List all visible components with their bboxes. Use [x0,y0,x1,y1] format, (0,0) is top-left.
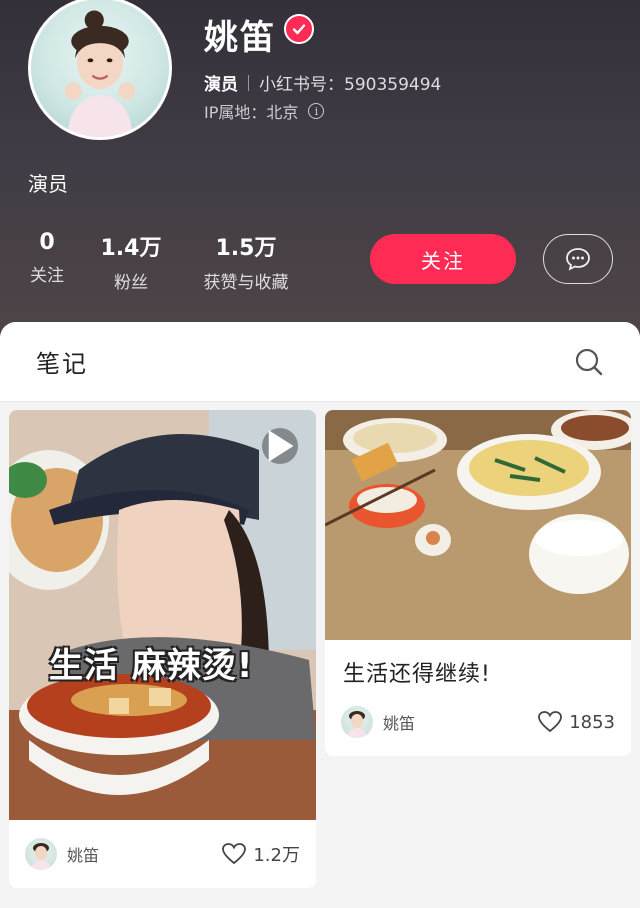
tab-notes[interactable]: 笔记 [36,344,88,379]
note-author[interactable]: 姚笛 [25,838,99,870]
note-card[interactable]: 生活 麻辣烫! 姚笛 1.2万 [9,410,316,888]
profile-name: 姚笛 [204,18,276,58]
stat-followers-value: 1.4万 [100,236,162,261]
note-title: 生活还得继续! [343,662,491,687]
note-likes-count: 1853 [569,711,615,733]
ip-location: 北京 [266,103,299,122]
heart-icon [538,711,563,733]
ip-label: IP属地： [204,103,267,122]
note-author-name: 姚笛 [383,714,416,733]
notes-tab-bar: 笔记 [0,322,640,402]
note-footer: 姚笛 1853 [341,706,615,738]
stat-likes-value: 1.5万 [215,236,277,261]
profile-avatar[interactable] [28,0,172,140]
note-footer: 姚笛 1.2万 [25,838,300,870]
play-icon[interactable] [262,428,298,464]
stat-following-label: 关注 [30,266,64,286]
profile-bio: 演员 [28,172,68,196]
note-likes[interactable]: 1.2万 [221,841,300,867]
note-author[interactable]: 姚笛 [341,706,415,738]
account-id: 小红书号：590359494 [259,75,442,95]
divider [248,74,249,91]
stat-likes-collects[interactable]: 1.5万 获赞与收藏 [194,230,298,293]
cover-overlay-text: 生活 麻辣烫! [49,646,254,686]
verified-badge-icon [284,14,314,44]
stat-followers[interactable]: 1.4万 粉丝 [96,230,166,293]
note-likes[interactable]: 1853 [537,710,615,734]
profile-header: 姚笛 演员 小红书号：590359494 IP属地：北京 i 演员 0 关注 1… [0,0,640,360]
chat-icon [566,248,590,271]
note-cover-image[interactable] [325,410,631,640]
ip-location-row: IP属地：北京 i [204,99,325,123]
search-icon[interactable] [574,347,604,377]
stat-following[interactable]: 0 关注 [27,230,67,286]
note-author-name: 姚笛 [67,846,100,865]
note-cover-image[interactable]: 生活 麻辣烫! [9,410,316,820]
avatar [341,706,373,738]
stat-followers-label: 粉丝 [114,273,148,293]
message-button[interactable] [543,234,613,284]
info-icon[interactable]: i [308,103,325,119]
profile-meta: 演员 小红书号：590359494 [204,70,441,95]
heart-icon [222,843,247,865]
note-card[interactable]: 生活还得继续! 姚笛 1853 [325,410,631,756]
profile-role: 演员 [204,75,238,95]
avatar [25,838,57,870]
stat-likes-label: 获赞与收藏 [203,273,289,293]
follow-button[interactable]: 关注 [370,234,516,284]
stat-following-value: 0 [39,230,55,255]
note-likes-count: 1.2万 [253,845,300,866]
